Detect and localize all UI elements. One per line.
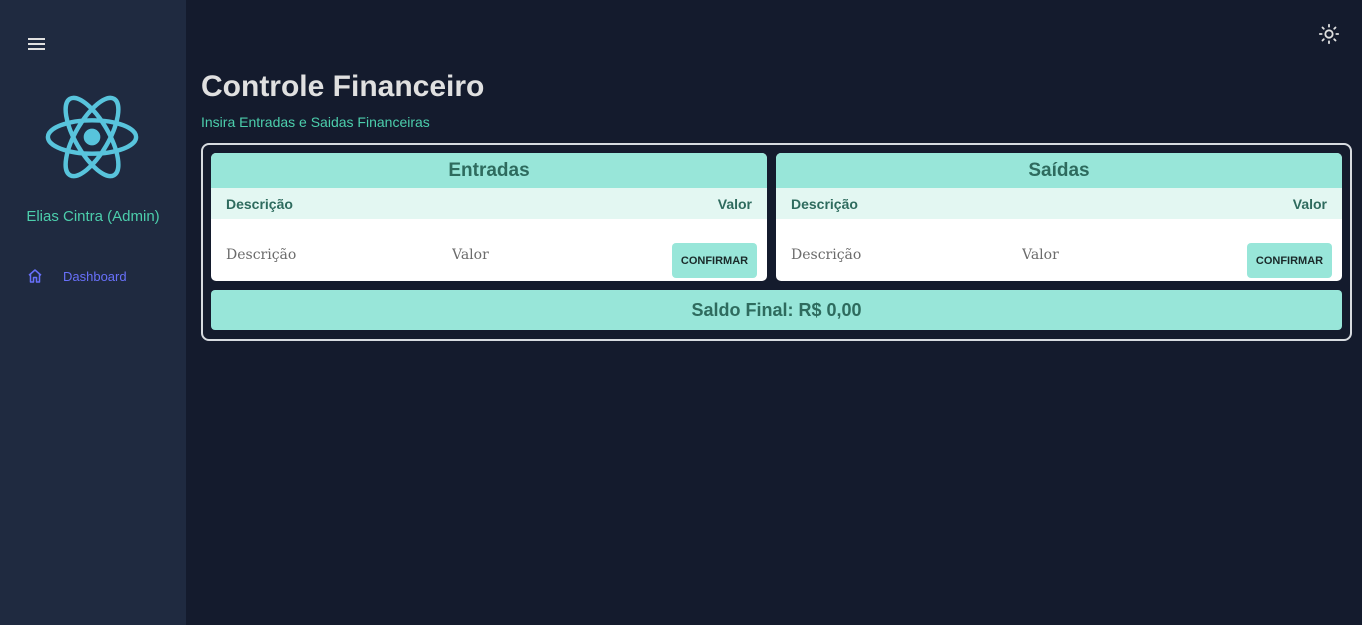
saidas-col-valor: Valor: [1292, 195, 1327, 212]
sidebar-item-dashboard[interactable]: Dashboard: [26, 264, 176, 288]
entradas-columns: Descrição Valor: [211, 188, 767, 219]
saidas-columns: Descrição Valor: [776, 188, 1342, 219]
entradas-col-valor: Valor: [717, 195, 752, 212]
saidas-valor-input[interactable]: [1022, 247, 1202, 263]
saidas-card: Saídas Descrição Valor CONFIRMAR: [776, 153, 1342, 281]
page-title: Controle Financeiro: [201, 70, 485, 103]
entradas-valor-input[interactable]: [452, 247, 632, 263]
saidas-title: Saídas: [776, 153, 1342, 188]
entradas-col-descricao: Descrição: [226, 195, 293, 212]
page-subtitle: Insira Entradas e Saidas Financeiras: [201, 114, 430, 130]
finance-panel: Entradas Descrição Valor CONFIRMAR Saída…: [201, 143, 1352, 341]
saidas-confirm-button[interactable]: CONFIRMAR: [1247, 243, 1332, 278]
saldo-final: Saldo Final: R$ 0,00: [211, 290, 1342, 330]
saidas-form-row: CONFIRMAR: [776, 219, 1342, 281]
entradas-title: Entradas: [211, 153, 767, 188]
saidas-col-descricao: Descrição: [791, 195, 858, 212]
user-name: Elias Cintra (Admin): [26, 208, 160, 225]
entradas-form-row: CONFIRMAR: [211, 219, 767, 281]
saidas-descricao-input[interactable]: [791, 247, 991, 263]
react-logo-icon: [45, 95, 139, 179]
sun-icon[interactable]: [1318, 23, 1340, 45]
sidebar-item-label: Dashboard: [63, 268, 127, 284]
entradas-card: Entradas Descrição Valor CONFIRMAR: [211, 153, 767, 281]
home-icon: [28, 269, 42, 283]
entradas-descricao-input[interactable]: [226, 247, 426, 263]
menu-icon[interactable]: [27, 36, 47, 52]
sidebar: Elias Cintra (Admin) Dashboard: [0, 0, 186, 625]
entradas-confirm-button[interactable]: CONFIRMAR: [672, 243, 757, 278]
